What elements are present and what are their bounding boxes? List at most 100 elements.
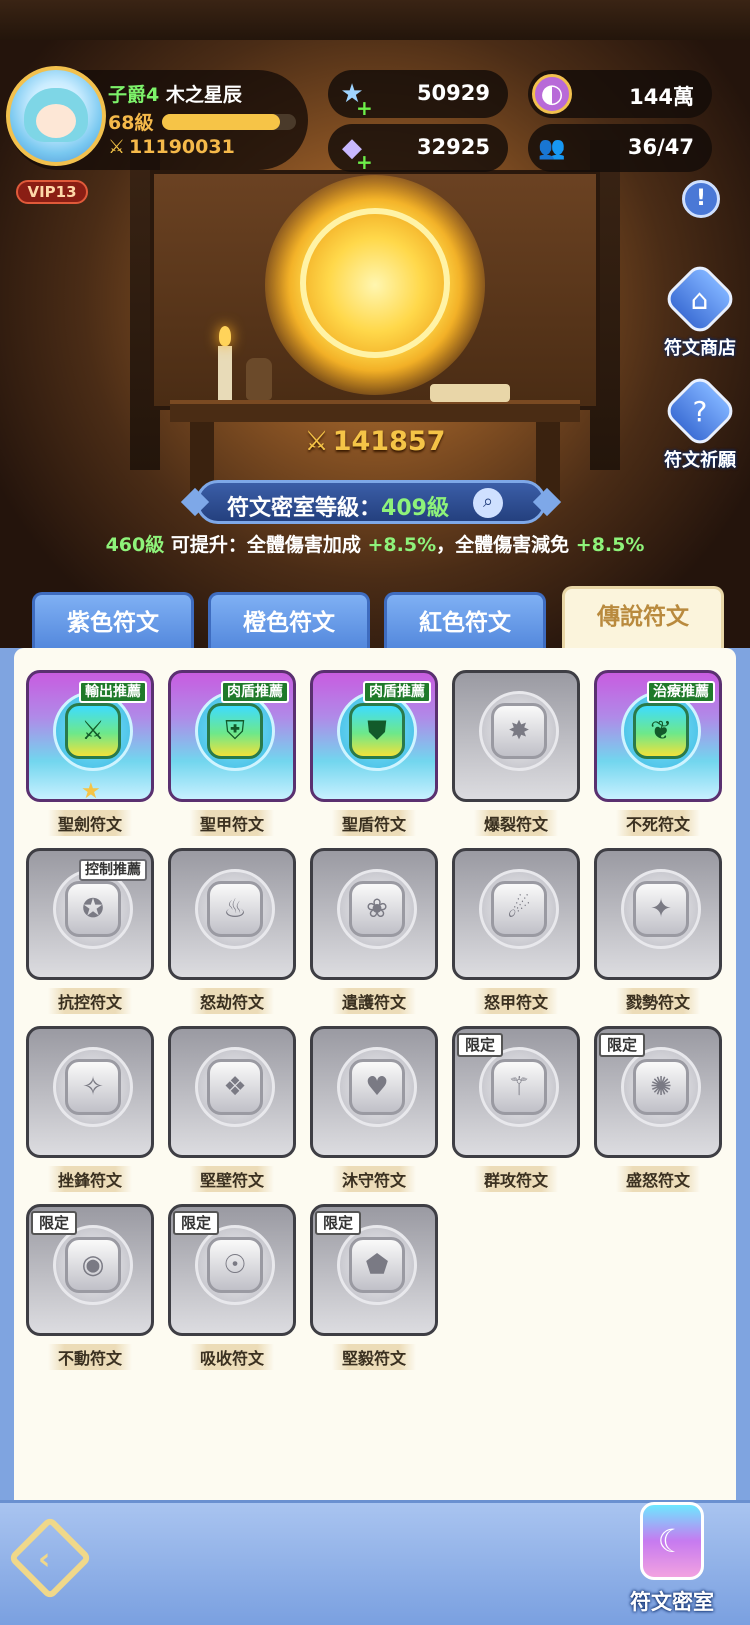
table — [170, 400, 580, 422]
avatar[interactable] — [6, 66, 106, 166]
rune-emblem-icon: ✦ — [633, 881, 689, 937]
rune-name-text: 聖劍符文 — [47, 810, 132, 836]
star-icon: ★ — [81, 779, 101, 802]
limited-tag: 限定 — [31, 1211, 78, 1235]
tab-legend-runes[interactable]: 傳說符文 — [562, 586, 724, 654]
rune-card[interactable]: ☉ 限定 — [168, 1204, 296, 1336]
add-icon[interactable]: + — [356, 150, 373, 174]
limited-tag: 限定 — [173, 1211, 220, 1235]
add-icon[interactable]: + — [356, 96, 373, 120]
rune-name: 爆裂符文 — [446, 810, 586, 836]
rune-emblem-icon: ❀ — [349, 881, 405, 937]
rune-name-text: 盛怒符文 — [615, 1166, 700, 1192]
resource-star-gems[interactable]: ★ + 50929 — [328, 70, 508, 120]
tab-orange-runes[interactable]: 橙色符文 — [208, 592, 370, 654]
rune-card[interactable]: ☄ — [452, 848, 580, 980]
rune-name-text: 聖盾符文 — [331, 810, 416, 836]
rune-name: 堅毅符文 — [304, 1344, 444, 1370]
rune-emblem-icon: ⛊ — [349, 703, 405, 759]
shop-icon: ⌂ — [661, 260, 739, 338]
rune-emblem-icon: ♨ — [207, 881, 263, 937]
rune-name: 聖盾符文 — [304, 810, 444, 836]
rune-emblem-icon: ☉ — [207, 1237, 263, 1293]
rune-name-text: 堅毅符文 — [331, 1344, 416, 1370]
rune-emblem-icon: ⛨ — [207, 703, 263, 759]
resource-coins[interactable]: ◐ 144萬 — [528, 70, 712, 118]
limited-tag: 限定 — [315, 1211, 362, 1235]
rune-card[interactable]: ✧ — [26, 1026, 154, 1158]
rune-name: 戮勢符文 — [588, 988, 728, 1014]
tab-red-runes[interactable]: 紅色符文 — [384, 592, 546, 654]
vip-badge[interactable]: VIP13 — [16, 180, 88, 204]
rune-name-text: 怒甲符文 — [473, 988, 558, 1014]
rune-name-text: 不動符文 — [47, 1344, 132, 1370]
rune-card[interactable]: ⬟ 限定 — [310, 1204, 438, 1336]
rune-name-text: 聖甲符文 — [189, 810, 274, 836]
rune-name-text: 抗控符文 — [47, 988, 132, 1014]
rune-card[interactable]: ✸ — [452, 670, 580, 802]
rune-name: 抗控符文 — [20, 988, 160, 1014]
info-icon[interactable]: ! — [682, 180, 720, 218]
rune-name: 盛怒符文 — [588, 1166, 728, 1192]
rune-portal-circle — [300, 208, 450, 358]
rune-name-text: 挫鋒符文 — [47, 1166, 132, 1192]
rune-emblem-icon: ♥ — [349, 1059, 405, 1115]
player-name: 子爵4 木之星辰 — [108, 84, 242, 106]
rune-name: 怒劫符文 — [162, 988, 302, 1014]
rune-name: 沐守符文 — [304, 1166, 444, 1192]
rune-shop-button[interactable]: ⌂ 符文商店 — [652, 260, 748, 360]
search-icon[interactable]: ⌕ — [473, 488, 503, 518]
rune-name-text: 吸收符文 — [189, 1344, 274, 1370]
rune-emblem-icon: ⬟ — [349, 1237, 405, 1293]
rune-card[interactable]: ♨ — [168, 848, 296, 980]
rune-emblem-icon: ✸ — [491, 703, 547, 759]
rune-card[interactable]: ✺ 限定 — [594, 1026, 722, 1158]
rune-card[interactable]: ⛨ 肉盾推薦 — [168, 670, 296, 802]
rune-emblem-icon: ⚔ — [65, 703, 121, 759]
rune-emblem-icon: ☄ — [491, 881, 547, 937]
tab-purple-runes[interactable]: 紫色符文 — [32, 592, 194, 654]
player-level: 68級 — [108, 112, 154, 134]
rune-room-icon[interactable]: ☾ — [640, 1502, 704, 1580]
chamber-power: ⚔ 141857 — [304, 426, 446, 457]
rune-room-label[interactable]: 符文密室 — [610, 1586, 734, 1616]
rune-card[interactable]: ✦ — [594, 848, 722, 980]
rune-name: 怒甲符文 — [446, 988, 586, 1014]
rune-name: 不死符文 — [588, 810, 728, 836]
rune-card[interactable]: ⚚ 限定 — [452, 1026, 580, 1158]
rune-card[interactable]: ❦ 治療推薦 — [594, 670, 722, 802]
rune-emblem-icon: ❖ — [207, 1059, 263, 1115]
resource-players[interactable]: 👥 36/47 — [528, 124, 712, 172]
recommend-tag: 控制推薦 — [79, 859, 147, 881]
limited-tag: 限定 — [599, 1033, 646, 1057]
rune-card[interactable]: ♥ — [310, 1026, 438, 1158]
rune-name-text: 群攻符文 — [473, 1166, 558, 1192]
rune-name: 挫鋒符文 — [20, 1166, 160, 1192]
player-power: ⚔ 11190031 — [108, 136, 235, 158]
rune-card[interactable]: ❖ — [168, 1026, 296, 1158]
rune-name-text: 堅壁符文 — [189, 1166, 274, 1192]
rune-grid: ⚔ 輸出推薦 ★ 聖劍符文 ⛨ 肉盾推薦 聖甲符文 ⛊ 肉盾推薦 聖盾符文 ✸ 爆裂符文 ❦ 治療推薦 不死… — [14, 648, 736, 1508]
recommend-tag: 肉盾推薦 — [221, 681, 289, 703]
rune-card[interactable]: ⚔ 輸出推薦 ★ — [26, 670, 154, 802]
rune-name: 遺護符文 — [304, 988, 444, 1014]
recommend-tag: 輸出推薦 — [79, 681, 147, 703]
chamber-level-banner: 符文密室等級：409級 ⌕ — [180, 480, 562, 524]
rune-emblem-icon: ❦ — [633, 703, 689, 759]
rune-card[interactable]: ◉ 限定 — [26, 1204, 154, 1336]
xp-bar — [162, 114, 296, 130]
rune-emblem-icon: ✪ — [65, 881, 121, 937]
rune-name: 吸收符文 — [162, 1344, 302, 1370]
crossed-swords-icon: ⚔ — [304, 426, 329, 457]
rune-emblem-icon: ✧ — [65, 1059, 121, 1115]
rune-name-text: 不死符文 — [615, 810, 700, 836]
limited-tag: 限定 — [457, 1033, 504, 1057]
open-book — [430, 384, 510, 402]
rune-card[interactable]: ⛊ 肉盾推薦 — [310, 670, 438, 802]
rune-card[interactable]: ❀ — [310, 848, 438, 980]
rune-emblem-icon: ✺ — [633, 1059, 689, 1115]
upgrade-hint: 460級 可提升：全體傷害加成 +8.5%，全體傷害減免 +8.5% — [105, 534, 645, 556]
players-icon: 👥 — [538, 135, 566, 161]
resource-crystals[interactable]: ◆ + 32925 — [328, 124, 508, 174]
rune-card[interactable]: ✪ 控制推薦 — [26, 848, 154, 980]
